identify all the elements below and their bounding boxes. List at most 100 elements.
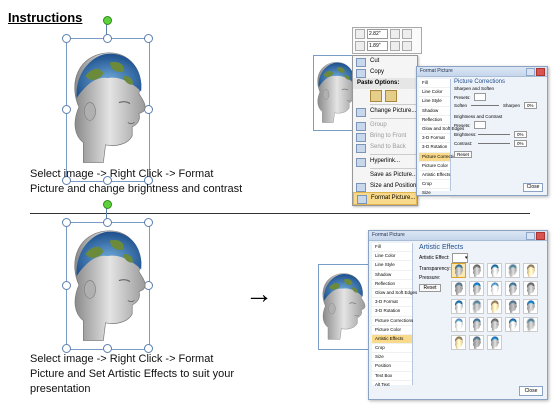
step2-caption-line2: Picture and Set Artistic Effects to suit… — [30, 368, 234, 380]
artistic-effect-dropdown[interactable]: ▾ — [452, 253, 469, 263]
menu-item-hyperlink[interactable]: Hyperlink... — [353, 156, 417, 167]
sidebar-item-artistic-effects[interactable]: Artistic Effects — [419, 171, 450, 181]
selected-head-image-2[interactable] — [60, 200, 160, 353]
artistic-effect-thumbnail[interactable] — [469, 299, 484, 314]
artistic-effect-thumbnail[interactable] — [469, 317, 484, 332]
sidebar-item-glow[interactable]: Glow and Soft Edges — [372, 289, 417, 299]
reset-button[interactable]: Reset — [454, 151, 472, 158]
artistic-effect-thumbnail[interactable] — [469, 281, 484, 296]
sidebar-item-crop[interactable]: Crop — [419, 180, 450, 190]
paste-picture-icon[interactable] — [385, 90, 397, 102]
close-icon[interactable] — [536, 232, 545, 240]
sidebar-item-picture-corrections[interactable]: Picture Corrections — [372, 317, 413, 326]
artistic-effect-thumbnail[interactable] — [451, 335, 466, 350]
artistic-effect-thumbnail[interactable] — [505, 299, 520, 314]
artistic-effect-thumbnail[interactable] — [523, 263, 538, 278]
sidebar-item-crop[interactable]: Crop — [372, 344, 412, 354]
rotate-handle[interactable] — [103, 200, 112, 209]
sidebar-item-3d-rotation[interactable]: 3-D Rotation — [419, 143, 450, 153]
selected-head-image-small-2[interactable] — [318, 264, 372, 350]
sharpen-value-field[interactable]: 0% — [524, 102, 537, 109]
artistic-effect-thumbnail[interactable] — [505, 317, 520, 332]
artistic-effect-thumbnail[interactable] — [505, 263, 520, 278]
artistic-effect-thumbnail[interactable] — [523, 299, 538, 314]
sidebar-item-shadow[interactable]: Shadow — [372, 271, 412, 280]
arrange-icon[interactable] — [390, 41, 400, 51]
crop-icon[interactable] — [390, 29, 400, 39]
sidebar-item-3d-format[interactable]: 3-D Format — [372, 298, 412, 308]
sidebar-item-reflection[interactable]: Reflection — [372, 280, 412, 289]
artistic-effect-thumbnail[interactable] — [469, 335, 484, 350]
sidebar-item-size[interactable]: Size — [419, 189, 450, 199]
artistic-effect-thumbnail[interactable] — [487, 335, 502, 350]
sidebar-item-picture-corrections[interactable]: Picture Corrections — [419, 152, 460, 162]
presets-dropdown[interactable] — [473, 93, 486, 101]
sidebar-item-text-box[interactable]: Text Box — [372, 372, 412, 381]
sidebar-item-3d-format[interactable]: 3-D Format — [419, 134, 450, 144]
menu-item-change-picture[interactable]: Change Picture... — [353, 106, 417, 117]
artistic-effect-thumbnail[interactable] — [451, 317, 466, 332]
sidebar-item-shadow[interactable]: Shadow — [419, 107, 450, 116]
sidebar-item-position[interactable]: Position — [372, 362, 412, 372]
artistic-effect-thumbnail[interactable] — [505, 281, 520, 296]
menu-item-cut[interactable]: Cut — [353, 56, 417, 67]
reset-button[interactable]: Reset — [419, 284, 441, 292]
artistic-effect-thumbnail[interactable] — [523, 317, 538, 332]
rotate-handle[interactable] — [103, 16, 112, 25]
help-icon[interactable] — [526, 232, 535, 240]
contrast-slider[interactable] — [478, 143, 510, 144]
artistic-effect-thumbnail[interactable] — [487, 317, 502, 332]
menu-item-group[interactable]: Group — [353, 120, 417, 131]
head-thumbnail-icon — [508, 282, 517, 295]
artistic-effect-thumbnail[interactable] — [451, 299, 466, 314]
height-field[interactable]: 2.82" — [367, 29, 388, 39]
sidebar-item-artistic-effects[interactable]: Artistic Effects — [372, 334, 412, 345]
sidebar-item-line-style[interactable]: Line Style — [372, 261, 412, 271]
brightness-value-field[interactable]: 0% — [514, 131, 527, 138]
bc-presets-dropdown[interactable] — [473, 121, 486, 129]
close-button[interactable]: Close — [519, 386, 543, 396]
menu-item-format-picture[interactable]: Format Picture... — [353, 192, 417, 205]
sidebar-item-fill[interactable]: Fill — [419, 79, 450, 89]
head-thumbnail-icon — [454, 264, 463, 277]
selected-head-image-1[interactable] — [60, 16, 160, 185]
paste-icon[interactable] — [370, 90, 382, 102]
sidebar-item-picture-color[interactable]: Picture Color — [419, 162, 450, 171]
close-button[interactable]: Close — [523, 183, 543, 192]
align-icon[interactable] — [402, 29, 412, 39]
sidebar-item-picture-color[interactable]: Picture Color — [372, 326, 412, 335]
width-field[interactable]: 1.89" — [367, 41, 388, 51]
sidebar-item-line-color[interactable]: Line Color — [372, 252, 412, 262]
contrast-value-field[interactable]: 0% — [514, 140, 527, 147]
sidebar-item-reflection[interactable]: Reflection — [419, 116, 450, 125]
menu-item-size-and-position[interactable]: Size and Position... — [353, 181, 421, 192]
artistic-effect-thumbnail[interactable] — [487, 299, 502, 314]
head-thumbnail-icon — [508, 264, 517, 277]
artistic-effect-thumbnail[interactable] — [523, 281, 538, 296]
artistic-effect-thumbnail[interactable] — [451, 263, 466, 278]
menu-item-bring-to-front[interactable]: Bring to Front — [353, 131, 417, 142]
menu-paste-options-header: Paste Options: — [353, 78, 417, 89]
artistic-effect-thumbnail[interactable] — [487, 281, 502, 296]
sidebar-item-3d-rotation[interactable]: 3-D Rotation — [372, 307, 412, 317]
brightness-slider[interactable] — [478, 134, 510, 135]
artistic-effect-thumbnail[interactable] — [487, 263, 502, 278]
sidebar-item-alt-text[interactable]: Alt Text — [372, 381, 412, 390]
sidebar-item-size[interactable]: Size — [372, 353, 412, 363]
head-thumbnail-icon — [454, 318, 463, 331]
artistic-effect-thumbnail[interactable] — [451, 281, 466, 296]
menu-item-save-as-picture[interactable]: Save as Picture... — [353, 170, 417, 181]
sharpen-slider[interactable] — [471, 105, 500, 106]
help-icon[interactable] — [526, 68, 535, 76]
effects-icon[interactable] — [402, 41, 412, 51]
menu-item-copy[interactable]: Copy — [353, 67, 417, 78]
artistic-effect-thumbnail[interactable] — [469, 263, 484, 278]
sidebar-item-line-style[interactable]: Line Style — [419, 97, 450, 107]
close-icon[interactable] — [536, 68, 545, 76]
send-back-icon — [356, 144, 366, 153]
sidebar-item-line-color[interactable]: Line Color — [419, 88, 450, 98]
sidebar-item-fill[interactable]: Fill — [372, 243, 412, 253]
sidebar-item-glow[interactable]: Glow and Soft Edges — [419, 125, 464, 135]
head-thumbnail-icon — [508, 318, 517, 331]
menu-item-send-to-back[interactable]: Send to Back — [353, 142, 417, 153]
